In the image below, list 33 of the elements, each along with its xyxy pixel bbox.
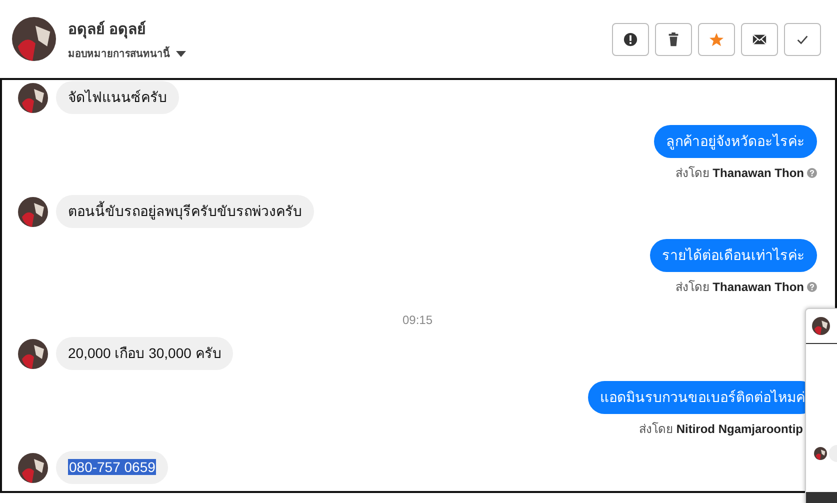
mail-button[interactable]	[741, 22, 778, 56]
star-button[interactable]	[698, 22, 735, 56]
avatar-icon	[18, 82, 48, 112]
message-bubble: รายได้ต่อเดือนเท่าไรค่ะ	[650, 239, 817, 272]
help-icon[interactable]	[807, 282, 817, 292]
sender-label: ส่งโดย Nitirod Ngamjaroontip	[638, 421, 803, 438]
assign-dropdown[interactable]: มอบหมายการสนทนานี้	[68, 46, 612, 61]
avatar-icon	[18, 452, 48, 482]
avatar-icon	[814, 447, 827, 460]
avatar-icon	[18, 196, 48, 226]
chat-popup[interactable]	[805, 308, 837, 503]
check-button[interactable]	[784, 22, 821, 56]
sender-label: ส่งโดย Thanawan Thon	[675, 279, 804, 296]
message-bubble: 20,000 เกือบ 30,000 ครับ	[56, 337, 234, 370]
exclamation-icon	[623, 32, 638, 46]
trash-icon	[666, 32, 681, 46]
avatar-icon	[12, 17, 56, 61]
message-bubble: 080-757 0659	[56, 451, 168, 484]
message-bubble: ตอนนี้ขับรถอยู่ลพบุรีครับขับรถพ่วงครับ	[56, 195, 314, 228]
popup-footer-bar	[806, 492, 837, 503]
timestamp: 09:15	[402, 313, 433, 327]
avatar-icon	[812, 317, 830, 335]
trash-button[interactable]	[655, 22, 692, 56]
avatar-icon	[18, 338, 48, 368]
help-icon[interactable]	[807, 168, 817, 178]
star-icon	[709, 32, 724, 46]
message-bubble: ลูกค้าอยู่จังหวัดอะไรค่ะ	[654, 125, 817, 158]
sender-label: ส่งโดย Thanawan Thon	[675, 165, 804, 182]
caret-icon	[176, 50, 186, 56]
message-bubble: จัดไฟแนนซ์ครับ	[56, 81, 179, 114]
contact-name: อดุลย์ อดุลย์	[68, 20, 148, 40]
mail-icon	[752, 32, 767, 46]
alert-button[interactable]	[612, 22, 649, 56]
